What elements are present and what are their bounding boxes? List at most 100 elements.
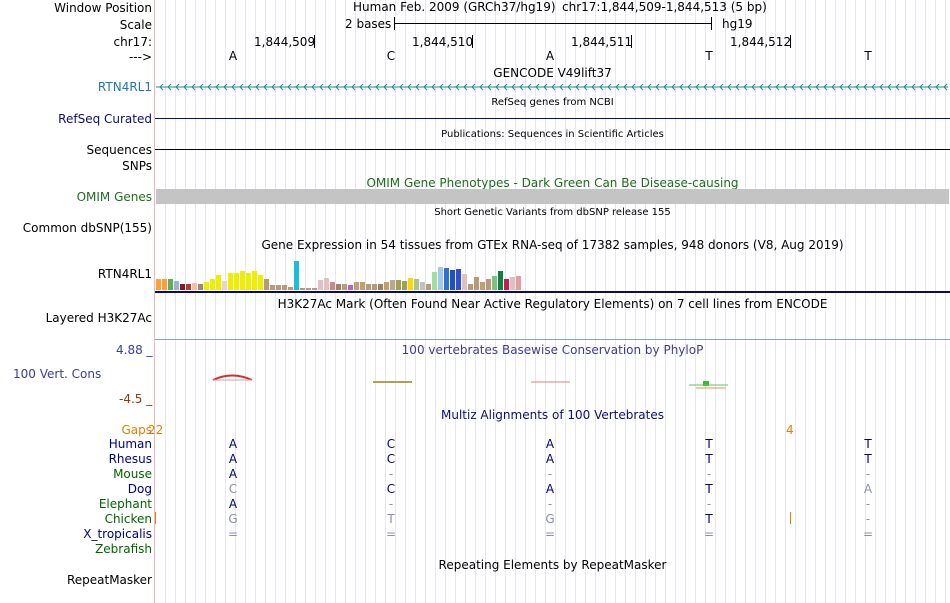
gtex-tissue-bar[interactable] [240,271,245,290]
gtex-tissue-bar[interactable] [432,272,437,290]
gtex-tissue-bar[interactable] [294,261,299,290]
gtex-tissue-bar[interactable] [216,275,221,290]
gtex-tissue-bar[interactable] [264,279,269,290]
gtex-tissue-bar[interactable] [438,267,443,290]
gtex-tissue-bar[interactable] [210,279,215,290]
gtex-tissue-bar[interactable] [312,288,317,290]
gtex-tissue-bar[interactable] [504,279,509,290]
refseq-track-title[interactable]: RefSeq genes from NCBI [155,97,950,108]
gtex-tissue-bar[interactable] [444,268,449,290]
gtex-tissue-bar[interactable] [510,277,515,290]
omim-feature[interactable] [156,189,949,204]
gtex-tissue-bar[interactable] [288,287,293,290]
conservation-track-title[interactable]: 100 vertebrates Basewise Conservation by… [155,343,950,357]
gtex-tissue-bar[interactable] [456,269,461,290]
gtex-tissue-bar[interactable] [186,284,191,290]
gtex-label[interactable]: RTN4RL1 [98,267,152,281]
gtex-tissue-bar[interactable] [204,282,209,290]
gtex-tissue-bar[interactable] [174,281,179,290]
conservation-plot[interactable] [156,368,949,394]
gtex-tissue-bar[interactable] [270,285,275,290]
gtex-gene-bar[interactable] [155,291,950,293]
gtex-tissue-bar[interactable] [492,276,497,290]
gtex-tissue-bar[interactable] [300,288,305,290]
gtex-tissue-bar[interactable] [396,280,401,290]
gtex-tissue-bar[interactable] [276,285,281,290]
gencode-gene-label[interactable]: RTN4RL1 [98,80,152,94]
omim-track-title[interactable]: OMIM Gene Phenotypes - Dark Green Can Be… [155,176,950,190]
gtex-tissue-bar[interactable] [228,273,233,290]
gtex-tissue-bar[interactable] [330,282,335,290]
gtex-tissue-bar[interactable] [474,277,479,290]
gtex-tissue-bar[interactable] [198,284,203,290]
gtex-tissue-bar[interactable] [498,271,503,290]
gtex-tissue-bar[interactable] [318,280,323,290]
assembly-text[interactable]: Human Feb. 2009 (GRCh37/hg19) [353,0,556,14]
species-label[interactable]: X_tropicalis [83,527,152,541]
repeatmasker-track-title[interactable]: Repeating Elements by RepeatMasker [155,558,950,572]
gtex-tissue-bar[interactable] [354,282,359,290]
dbsnp-label[interactable]: Common dbSNP(155) [23,221,152,235]
species-label[interactable]: Mouse [113,467,152,481]
species-label[interactable]: Dog [128,482,152,496]
gtex-tissue-bar[interactable] [414,279,419,290]
gtex-track-title[interactable]: Gene Expression in 54 tissues from GTEx … [155,238,950,252]
h3k27ac-track-title[interactable]: H3K27Ac Mark (Often Found Near Active Re… [155,297,950,311]
gtex-tissue-bar[interactable] [468,284,473,290]
position-text[interactable]: chr17:1,844,509-1,844,513 (5 bp) [562,0,767,14]
gtex-tissue-bar[interactable] [234,273,239,290]
gtex-tissue-bar[interactable] [372,284,377,290]
publications-track-title[interactable]: Publications: Sequences in Scientific Ar… [155,129,950,140]
refseq-line[interactable] [155,118,950,119]
gtex-tissue-bar[interactable] [348,285,353,290]
gtex-tissue-bar[interactable] [402,281,407,290]
gtex-tissue-bar[interactable] [258,275,263,290]
gtex-tissue-bar[interactable] [168,279,173,290]
alignment-base: - [706,497,712,511]
conservation-label[interactable]: 100 Vert. Cons [13,367,101,381]
gtex-tissue-bar[interactable] [342,284,347,290]
omim-label[interactable]: OMIM Genes [77,190,152,204]
gtex-tissue-bar[interactable] [426,284,431,290]
gtex-tissue-bar[interactable] [408,278,413,290]
species-label[interactable]: Chicken [105,512,152,526]
sequences-line[interactable] [155,149,950,150]
gtex-tissue-bar[interactable] [384,282,389,290]
gtex-tissue-bar[interactable] [252,271,257,290]
gtex-tissue-bar[interactable] [192,283,197,290]
species-label[interactable]: Elephant [99,497,152,511]
gtex-tissue-bar[interactable] [450,270,455,290]
gtex-tissue-bar[interactable] [156,279,161,290]
gencode-gene-feature[interactable] [156,81,948,93]
repeatmasker-label[interactable]: RepeatMasker [67,573,152,587]
gtex-tissue-bar[interactable] [306,288,311,290]
h3k27ac-label[interactable]: Layered H3K27Ac [46,311,152,325]
gencode-track-title[interactable]: GENCODE V49lift37 [155,66,950,80]
multiz-track-title[interactable]: Multiz Alignments of 100 Vertebrates [155,408,950,422]
species-label[interactable]: Rhesus [109,452,152,466]
alignment-base: = [862,527,874,541]
gtex-tissue-bar[interactable] [360,282,365,290]
gtex-tissue-bar[interactable] [246,273,251,290]
gtex-tissue-bar[interactable] [486,279,491,290]
gtex-tissue-bar[interactable] [420,282,425,290]
refseq-label[interactable]: RefSeq Curated [58,112,152,126]
gtex-tissue-bar[interactable] [162,279,167,290]
dbsnp-track-title[interactable]: Short Genetic Variants from dbSNP releas… [155,207,950,218]
gtex-tissue-bar[interactable] [462,274,467,290]
gtex-tissue-bar[interactable] [282,285,287,290]
gtex-tissue-bar[interactable] [324,278,329,290]
gtex-tissue-bar[interactable] [180,284,185,290]
sequences-label[interactable]: Sequences [87,143,152,157]
species-label[interactable]: Zebrafish [95,542,152,556]
gtex-tissue-bar[interactable] [480,282,485,290]
gtex-tissue-bar[interactable] [222,281,227,290]
gtex-tissue-bar[interactable] [366,284,371,290]
gtex-tissue-bar[interactable] [378,284,383,290]
gtex-tissue-bar[interactable] [336,284,341,290]
gtex-bar-chart[interactable] [156,252,536,290]
species-label[interactable]: Human [109,437,152,451]
gtex-tissue-bar[interactable] [516,276,521,290]
snps-label[interactable]: SNPs [122,159,152,173]
gtex-tissue-bar[interactable] [390,280,395,290]
